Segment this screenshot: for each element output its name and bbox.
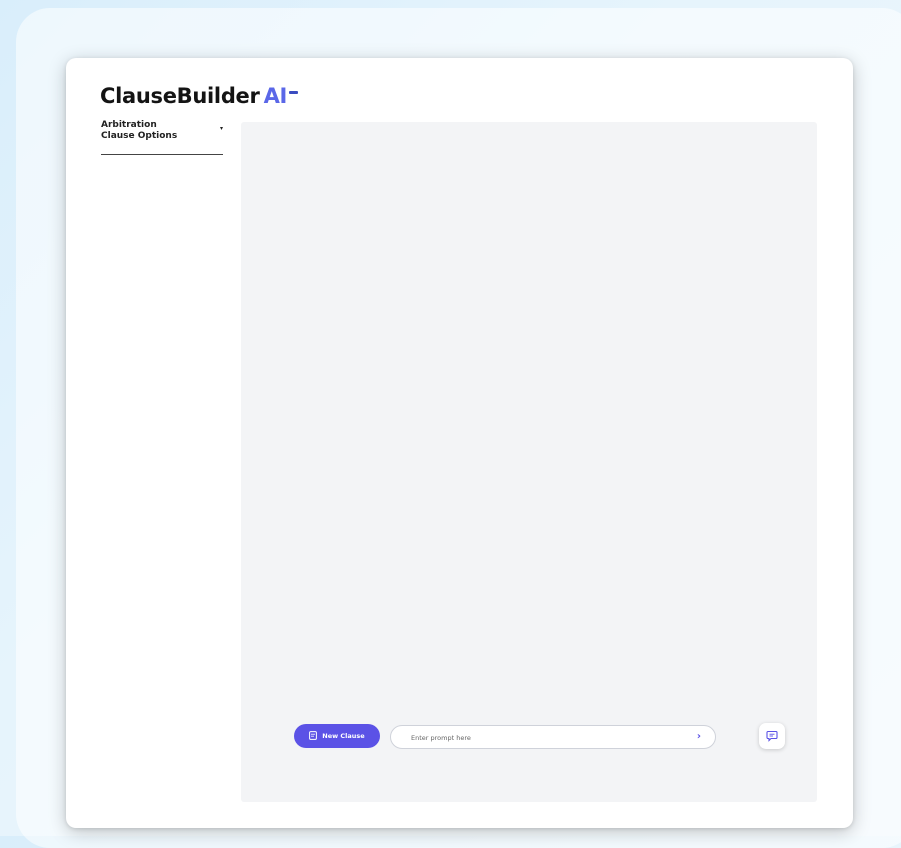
new-clause-button[interactable]: New Clause	[294, 724, 380, 748]
clause-options-dropdown[interactable]: Arbitration Clause Options ▾	[101, 118, 223, 155]
app-window: ClauseBuilder AI Arbitration Clause Optio…	[66, 58, 853, 828]
document-icon	[309, 730, 318, 742]
app-logo: ClauseBuilder AI	[100, 84, 299, 108]
brand-ai-suffix: AI	[263, 84, 288, 108]
brand-name: ClauseBuilder	[100, 84, 260, 108]
prompt-input[interactable]	[409, 726, 683, 750]
chat-bubble-icon	[766, 727, 778, 746]
clause-options-label: Arbitration Clause Options	[101, 120, 178, 141]
chat-button[interactable]	[759, 723, 785, 749]
caret-down-icon: ▾	[219, 125, 223, 132]
prompt-bar: ›	[390, 725, 716, 750]
send-chevron-icon[interactable]: ›	[697, 729, 701, 745]
new-clause-label: New Clause	[322, 732, 365, 740]
brand-mark-icon	[289, 91, 299, 94]
clause-canvas: New Clause ›	[241, 122, 817, 802]
